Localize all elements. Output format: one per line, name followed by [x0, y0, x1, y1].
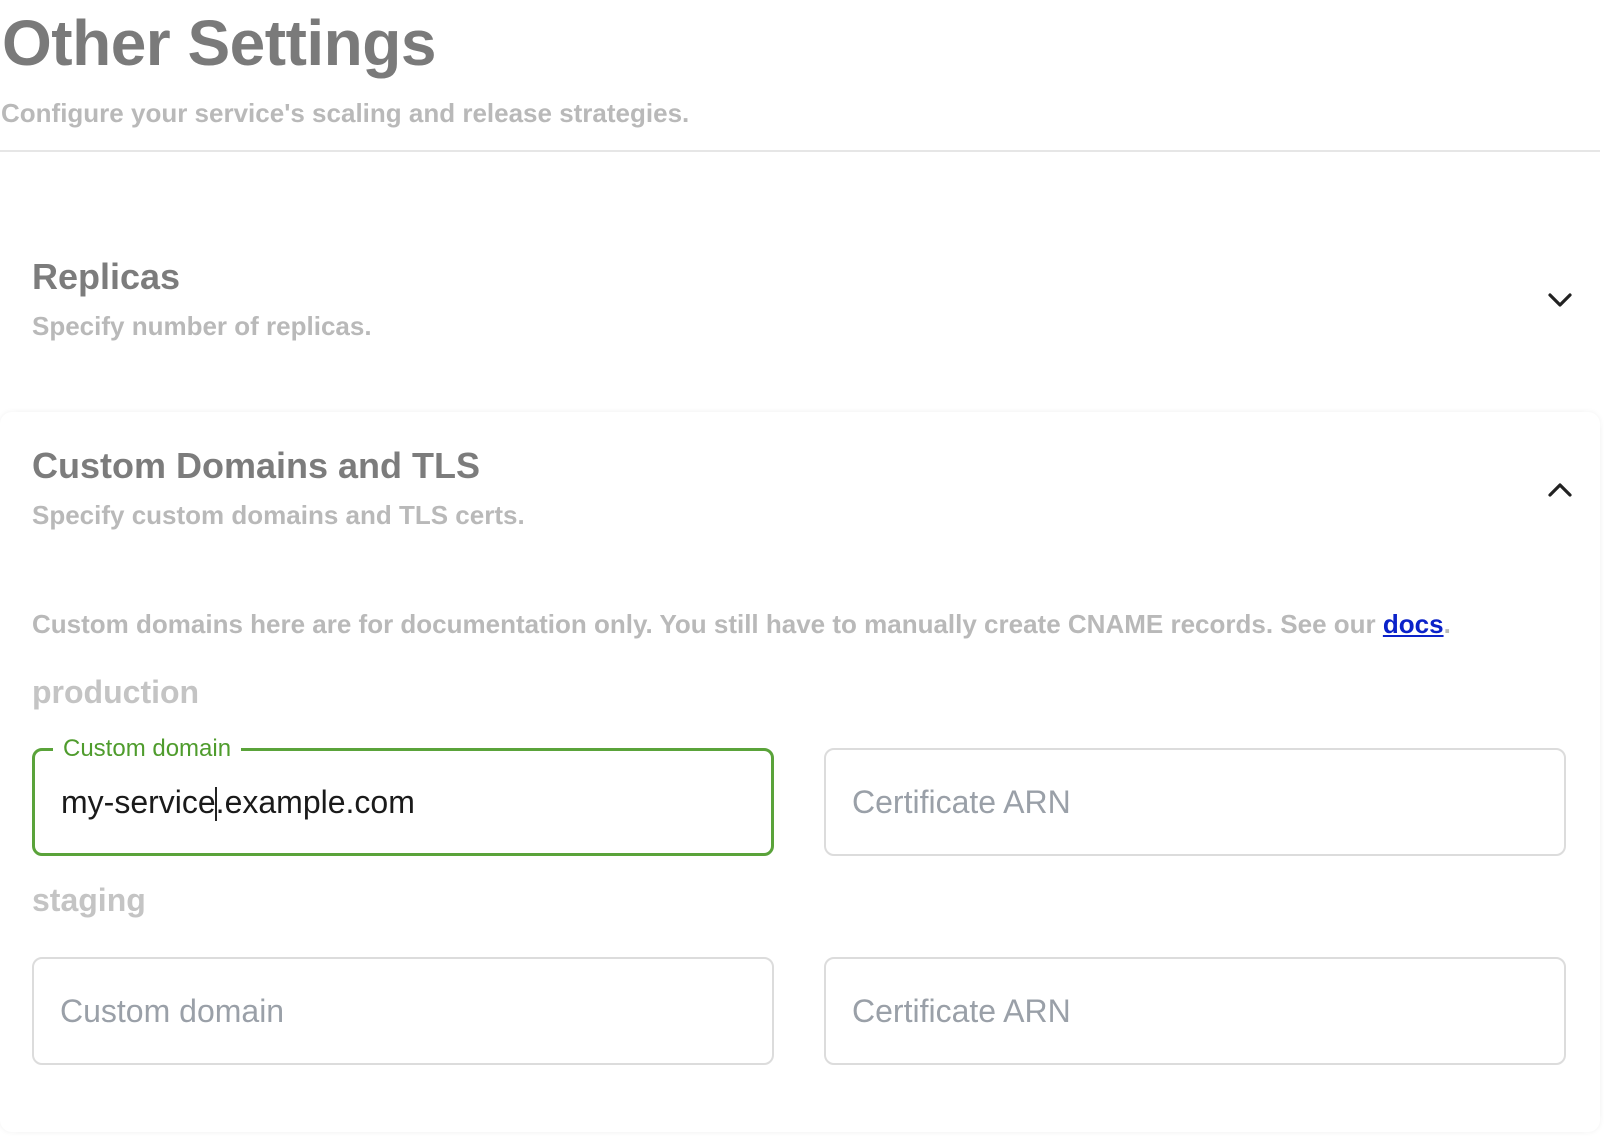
- text-caret: [215, 787, 217, 821]
- production-certificate-arn-input[interactable]: [852, 750, 1532, 854]
- page-title: Other Settings: [2, 7, 436, 79]
- spacer: [0, 152, 1608, 212]
- staging-certificate-arn-field[interactable]: [824, 957, 1566, 1065]
- staging-certificate-arn-input[interactable]: [852, 959, 1532, 1063]
- notice-text: Custom domains here are for documentatio…: [32, 609, 1383, 639]
- custom-domains-title: Custom Domains and TLS: [32, 445, 481, 486]
- chevron-down-icon[interactable]: [1540, 280, 1580, 320]
- docs-link[interactable]: docs: [1383, 609, 1444, 639]
- replicas-section[interactable]: Replicas Specify number of replicas.: [0, 225, 1600, 395]
- custom-domains-section: Custom Domains and TLS Specify custom do…: [0, 412, 1600, 1132]
- chevron-up-icon[interactable]: [1540, 470, 1580, 510]
- page-subtitle: Configure your service's scaling and rel…: [1, 98, 690, 128]
- replicas-title: Replicas: [32, 256, 181, 297]
- custom-domains-description: Specify custom domains and TLS certs.: [32, 500, 525, 530]
- env-label-production: production: [32, 674, 200, 710]
- notice-end: .: [1443, 609, 1451, 639]
- production-certificate-arn-field[interactable]: [824, 748, 1566, 856]
- staging-custom-domain-input[interactable]: [60, 959, 740, 1063]
- production-custom-domain-field[interactable]: Custom domain: [32, 735, 774, 856]
- page: Other Settings Configure your service's …: [0, 0, 1608, 1138]
- env-label-staging: staging: [32, 882, 146, 918]
- cname-notice: Custom domains here are for documentatio…: [32, 607, 1451, 641]
- staging-custom-domain-field[interactable]: [32, 957, 774, 1065]
- custom-domains-header[interactable]: Custom Domains and TLS Specify custom do…: [0, 412, 1600, 562]
- production-custom-domain-input[interactable]: [61, 751, 741, 853]
- page-header: Other Settings Configure your service's …: [0, 0, 1600, 152]
- replicas-description: Specify number of replicas.: [32, 311, 372, 341]
